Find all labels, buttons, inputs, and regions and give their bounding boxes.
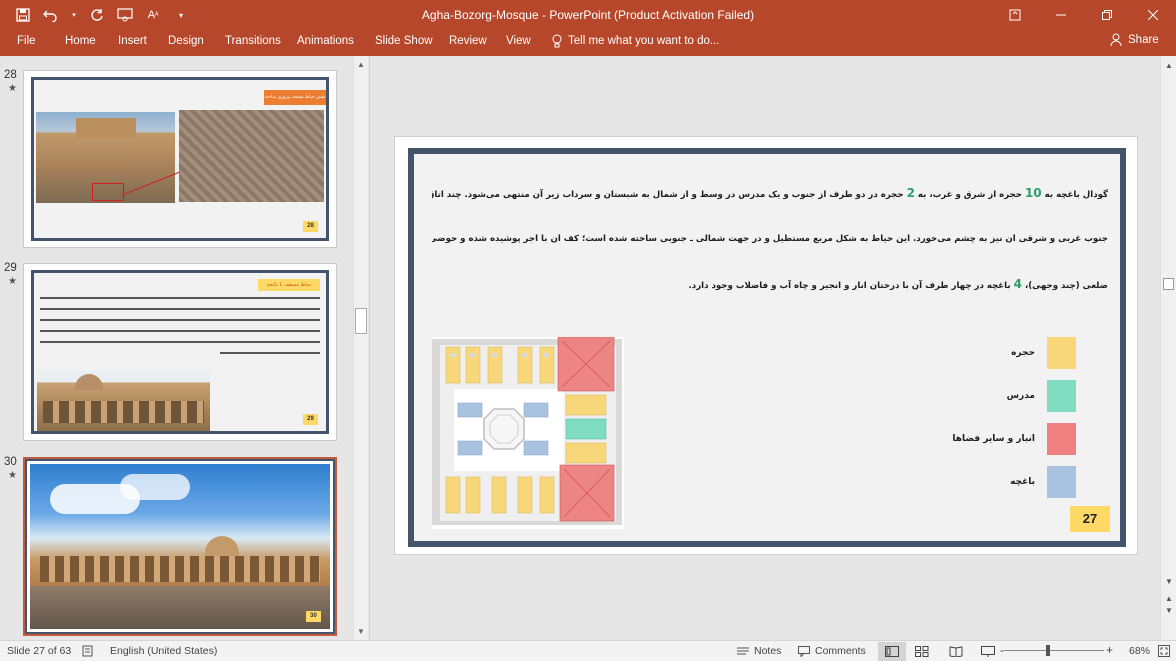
animation-star-icon: ★	[8, 83, 17, 94]
legend-swatch	[1047, 423, 1076, 455]
zoom-slider[interactable]	[1004, 650, 1104, 651]
scroll-down-icon[interactable]: ▼	[357, 627, 365, 636]
ribbon-display-icon[interactable]	[992, 0, 1038, 30]
thumb-page-number: 28	[303, 221, 318, 232]
slide-counter: Slide 27 of 63	[7, 645, 72, 657]
reading-view-icon	[949, 646, 963, 657]
normal-view-button[interactable]	[878, 642, 906, 661]
slide-show-icon	[981, 646, 995, 657]
tab-insert[interactable]: Insert	[118, 35, 147, 47]
slide-thumbnail-29[interactable]: حیاط مسقف با باغچه 29	[23, 263, 337, 441]
slide-sorter-icon	[915, 646, 929, 657]
editor-scrollbar[interactable]: ▲ ▼ ▲ ▼	[1160, 56, 1176, 640]
courtyard-floor-plan	[432, 337, 624, 529]
legend-label: مدرس	[1006, 391, 1035, 401]
slide-show-button[interactable]	[974, 642, 1002, 661]
legend-swatch	[1047, 337, 1076, 369]
thumb-number: 28	[4, 69, 17, 81]
tab-design[interactable]: Design	[168, 35, 204, 47]
tab-slide-show[interactable]: Slide Show	[375, 35, 433, 47]
legend-swatch	[1047, 466, 1076, 498]
thumb-page-number: 30	[306, 611, 321, 622]
reading-view-button[interactable]	[942, 642, 970, 661]
tab-home[interactable]: Home	[65, 35, 96, 47]
ribbon-tabs: File Home Insert Design Transitions Anim…	[0, 30, 1176, 56]
slide-thumbnail-28[interactable]: نقش حیاط مسجد پیروزی ساخته 28	[23, 70, 337, 248]
spell-check-icon[interactable]	[82, 645, 95, 657]
comments-button[interactable]: Comments	[798, 645, 866, 657]
status-bar: Slide 27 of 63 English (United States) N…	[0, 640, 1176, 661]
thumb-number: 29	[4, 262, 17, 274]
highlighted-number: 10	[1024, 186, 1042, 200]
slide-thumbnail-pane: 28 ★ نقش حیاط مسجد پیروزی ساخته 28 29 ★ …	[0, 56, 370, 640]
legend-label: انبار و سایر فضاها	[952, 434, 1035, 444]
title-bar: ▾ Aᴬ ▾ Agha-Bozorg-Mosque - PowerPoint (…	[0, 0, 1176, 30]
thumbnail-scrollbar[interactable]: ▲ ▼	[353, 56, 368, 640]
lightbulb-icon	[552, 34, 562, 48]
notes-button[interactable]: Notes	[737, 645, 781, 657]
share-button[interactable]: Share	[1110, 33, 1159, 46]
thumb-text-lines	[40, 297, 320, 354]
thumb-header-badge: نقش حیاط مسجد پیروزی ساخته	[264, 90, 326, 105]
scroll-thumb[interactable]	[355, 308, 367, 334]
previous-slide-icon[interactable]: ▲	[1165, 594, 1173, 603]
zoom-in-button[interactable]: +	[1106, 643, 1113, 657]
animation-star-icon: ★	[8, 276, 17, 287]
share-label: Share	[1128, 33, 1159, 46]
tab-review[interactable]: Review	[449, 35, 487, 47]
person-icon	[1110, 33, 1122, 46]
legend-item-hojreh: حجره	[1011, 337, 1076, 369]
slide-text-line-1: گودال باغچه به 10 حجره از شرق و غرب، به …	[432, 186, 1108, 200]
thumb-page-number: 29	[303, 414, 318, 425]
tab-file[interactable]: File	[17, 35, 36, 47]
current-slide[interactable]: گودال باغچه به 10 حجره از شرق و غرب، به …	[394, 136, 1138, 555]
legend-item-modares: مدرس	[1007, 380, 1076, 412]
slide-frame: گودال باغچه به 10 حجره از شرق و غرب، به …	[408, 148, 1126, 547]
slide-text-line-3: ضلعی (چند وجهی)، 4 باغچه در چهار طرف آن …	[688, 277, 1108, 291]
scroll-thumb[interactable]	[1163, 278, 1174, 290]
fit-to-window-button[interactable]	[1158, 645, 1170, 657]
scroll-up-icon[interactable]: ▲	[357, 60, 365, 69]
tell-me-text: Tell me what you want to do...	[568, 35, 720, 47]
legend-item-garden: باغچه	[1010, 466, 1076, 498]
scroll-up-icon[interactable]: ▲	[1165, 61, 1173, 70]
tab-view[interactable]: View	[506, 35, 531, 47]
tab-animations[interactable]: Animations	[297, 35, 354, 47]
animation-star-icon: ★	[8, 470, 17, 481]
highlighted-number: 4	[1013, 277, 1022, 291]
mosque-panorama-photo	[25, 459, 335, 634]
window-controls	[992, 0, 1176, 30]
scroll-down-icon[interactable]: ▼	[1165, 577, 1173, 586]
slide-thumbnail-30[interactable]: 30	[23, 457, 337, 636]
tab-transitions[interactable]: Transitions	[225, 35, 281, 47]
thumb-number: 30	[4, 456, 17, 468]
brick-floor-photo	[179, 110, 324, 202]
zoom-slider-thumb[interactable]	[1046, 645, 1050, 656]
minimize-icon[interactable]	[1038, 0, 1084, 30]
restore-icon[interactable]	[1084, 0, 1130, 30]
language-indicator[interactable]: English (United States)	[110, 645, 217, 657]
normal-view-icon	[885, 646, 899, 657]
mosque-facade-photo	[37, 371, 210, 431]
slide-editor: گودال باغچه به 10 حجره از شرق و غرب، به …	[371, 56, 1160, 640]
legend-swatch	[1047, 380, 1076, 412]
legend-item-storage: انبار و سایر فضاها	[952, 423, 1076, 455]
comment-icon	[798, 645, 810, 657]
zoom-level[interactable]: 68%	[1129, 645, 1150, 657]
legend-label: حجره	[1011, 348, 1035, 358]
next-slide-icon[interactable]: ▼	[1165, 606, 1173, 615]
thumb-header-badge: حیاط مسقف با باغچه	[258, 279, 320, 291]
slide-text-line-2: جنوب غربی و شرقی آن نیز به چشم می‌خورد. …	[432, 234, 1108, 244]
tell-me-box[interactable]: Tell me what you want to do...	[552, 34, 720, 48]
highlighted-number: 2	[906, 186, 915, 200]
close-icon[interactable]	[1130, 0, 1176, 30]
legend-label: باغچه	[1010, 477, 1035, 487]
slide-page-number: 27	[1070, 506, 1110, 532]
slide-sorter-button[interactable]	[908, 642, 936, 661]
notes-icon	[737, 647, 749, 654]
fit-to-window-icon	[1158, 645, 1170, 657]
